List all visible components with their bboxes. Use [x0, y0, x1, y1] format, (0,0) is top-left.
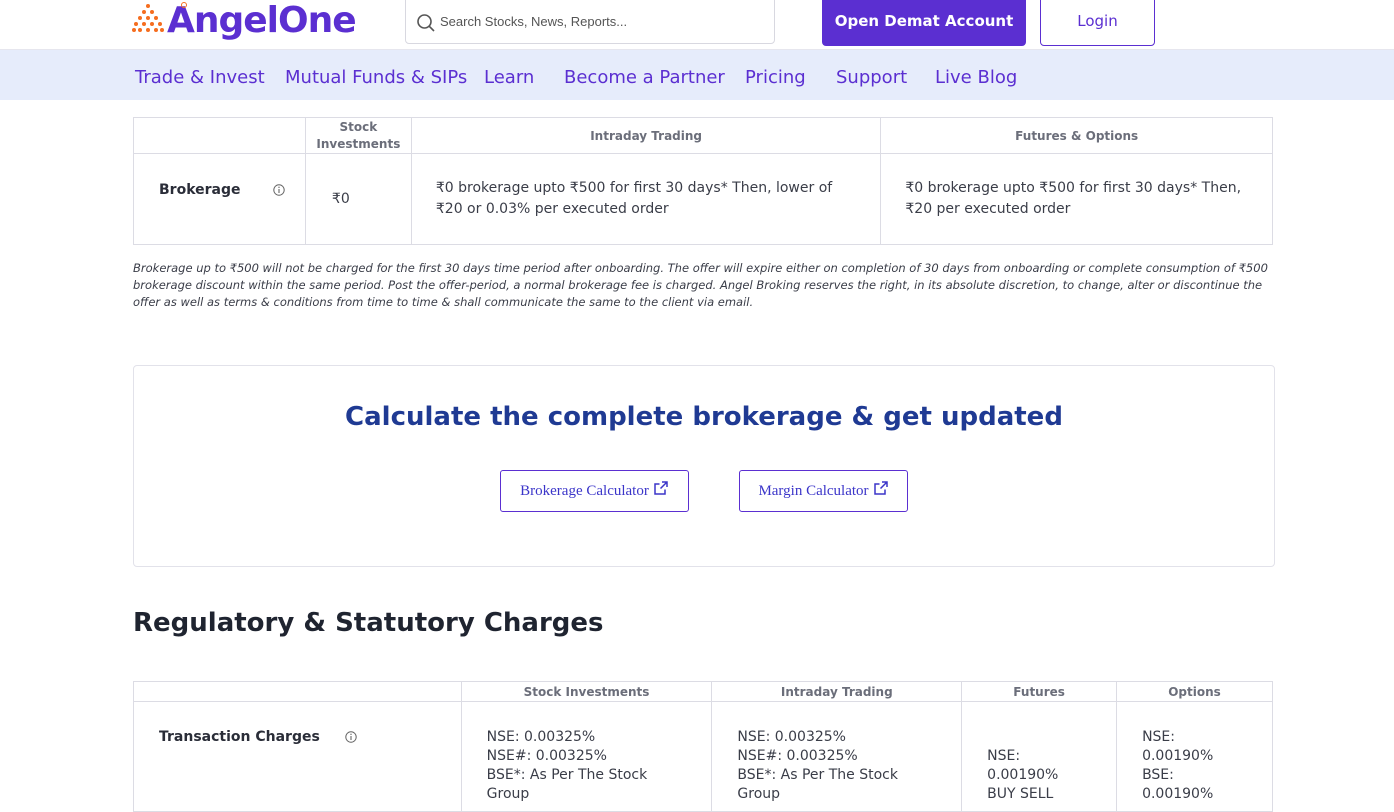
- nav-item-learn[interactable]: Learn: [484, 67, 534, 88]
- intraday-brokerage-cell: ₹0 brokerage upto ₹500 for first 30 days…: [410, 153, 882, 245]
- search-input[interactable]: [440, 9, 760, 33]
- reg-header-options: Options: [1116, 681, 1273, 702]
- nav-item-mutual-funds[interactable]: Mutual Funds & SIPs: [285, 67, 467, 88]
- stock-brokerage-value: ₹0: [331, 190, 350, 207]
- brokerage-table: Stock Investments Intraday Trading Futur…: [133, 117, 1273, 245]
- reg-header-futures: Futures: [961, 681, 1118, 702]
- reg-stock-line: Group: [486, 786, 530, 802]
- regulatory-title: Regulatory & Statutory Charges: [133, 608, 604, 638]
- reg-options-line: NSE:: [1142, 729, 1175, 745]
- calculator-title: Calculate the complete brokerage & get u…: [345, 402, 1063, 432]
- reg-intraday-line: BSE*: As Per The Stock: [737, 767, 898, 783]
- fo-brokerage-value: ₹0 brokerage upto ₹500 for first 30 days…: [905, 180, 1242, 217]
- open-demat-account-button[interactable]: Open Demat Account: [822, 0, 1026, 46]
- reg-stock-line: NSE#: 0.00325%: [486, 748, 607, 764]
- logo-registered-mark: [181, 2, 187, 8]
- table-header-futures-options: Futures & Options: [880, 117, 1273, 154]
- external-link-icon: [654, 481, 668, 495]
- reg-intraday-line: NSE: 0.00325%: [737, 729, 846, 745]
- logo-triangle-icon: [132, 4, 164, 32]
- brokerage-calculator-label: Brokerage Calculator: [520, 482, 649, 499]
- margin-calculator-label: Margin Calculator: [758, 482, 869, 499]
- reg-futures-cell: NSE: 0.00190% BUY SELL: [961, 701, 1118, 812]
- brokerage-calculator-button[interactable]: Brokerage Calculator: [500, 470, 689, 512]
- reg-stock-line: BSE*: As Per The Stock: [486, 767, 648, 783]
- regulatory-table: Stock Investments Intraday Trading Futur…: [133, 681, 1273, 812]
- reg-intraday-line: Group: [737, 786, 781, 802]
- fo-brokerage-cell: ₹0 brokerage upto ₹500 for first 30 days…: [880, 153, 1273, 245]
- brokerage-disclaimer: Brokerage up to ₹500 will not be charged…: [133, 261, 1268, 309]
- table-header-stock-investments: Stock Investments: [304, 117, 412, 154]
- stock-brokerage-cell: ₹0: [304, 153, 412, 245]
- reg-stock-cell: NSE: 0.00325% NSE#: 0.00325% BSE*: As Pe…: [460, 701, 713, 812]
- margin-calculator-button[interactable]: Margin Calculator: [739, 470, 908, 512]
- reg-row-label-cell: Transaction Charges: [133, 701, 462, 812]
- main-nav: Trade & Invest Mutual Funds & SIPs Learn…: [0, 50, 1394, 100]
- table-header-empty: [133, 117, 306, 154]
- search-box[interactable]: [405, 0, 775, 44]
- reg-futures-line: NSE:: [987, 748, 1021, 764]
- reg-futures-line: BUY SELL: [987, 786, 1054, 802]
- transaction-charges-label: Transaction Charges: [159, 729, 320, 745]
- angelone-logo[interactable]: AngelOne: [131, 0, 357, 44]
- reg-intraday-line: NSE#: 0.00325%: [737, 748, 858, 764]
- info-icon[interactable]: [345, 731, 357, 743]
- row-label-cell: Brokerage: [133, 153, 306, 245]
- search-icon: [417, 14, 435, 32]
- external-link-icon: [873, 481, 888, 495]
- reg-options-line: 0.00190%: [1142, 786, 1214, 802]
- login-button[interactable]: Login: [1040, 0, 1155, 46]
- nav-item-become-partner[interactable]: Become a Partner: [564, 67, 725, 88]
- reg-header-intraday: Intraday Trading: [711, 681, 963, 702]
- table-header-intraday: Intraday Trading: [410, 117, 882, 154]
- reg-options-cell: NSE: 0.00190% BSE: 0.00190%: [1116, 701, 1273, 812]
- nav-item-trade-invest[interactable]: Trade & Invest: [135, 67, 265, 88]
- logo-text: AngelOne: [167, 0, 357, 41]
- nav-item-live-blog[interactable]: Live Blog: [935, 67, 1017, 88]
- reg-intraday-cell: NSE: 0.00325% NSE#: 0.00325% BSE*: As Pe…: [711, 701, 963, 812]
- reg-futures-line: 0.00190%: [987, 767, 1059, 783]
- reg-stock-line: NSE: 0.00325%: [486, 729, 596, 745]
- brokerage-label: Brokerage: [159, 182, 241, 198]
- reg-options-line: BSE:: [1142, 767, 1174, 783]
- reg-header-stock: Stock Investments: [460, 681, 713, 702]
- site-header: AngelOne Open Demat Account Login: [0, 0, 1394, 50]
- info-icon[interactable]: [273, 184, 285, 196]
- reg-options-line: 0.00190%: [1142, 748, 1214, 764]
- nav-item-support[interactable]: Support: [836, 67, 907, 88]
- intraday-brokerage-value: ₹0 brokerage upto ₹500 for first 30 days…: [435, 180, 833, 217]
- calculator-section: Calculate the complete brokerage & get u…: [133, 365, 1275, 567]
- nav-item-pricing[interactable]: Pricing: [745, 67, 806, 88]
- reg-header-empty: [133, 681, 462, 702]
